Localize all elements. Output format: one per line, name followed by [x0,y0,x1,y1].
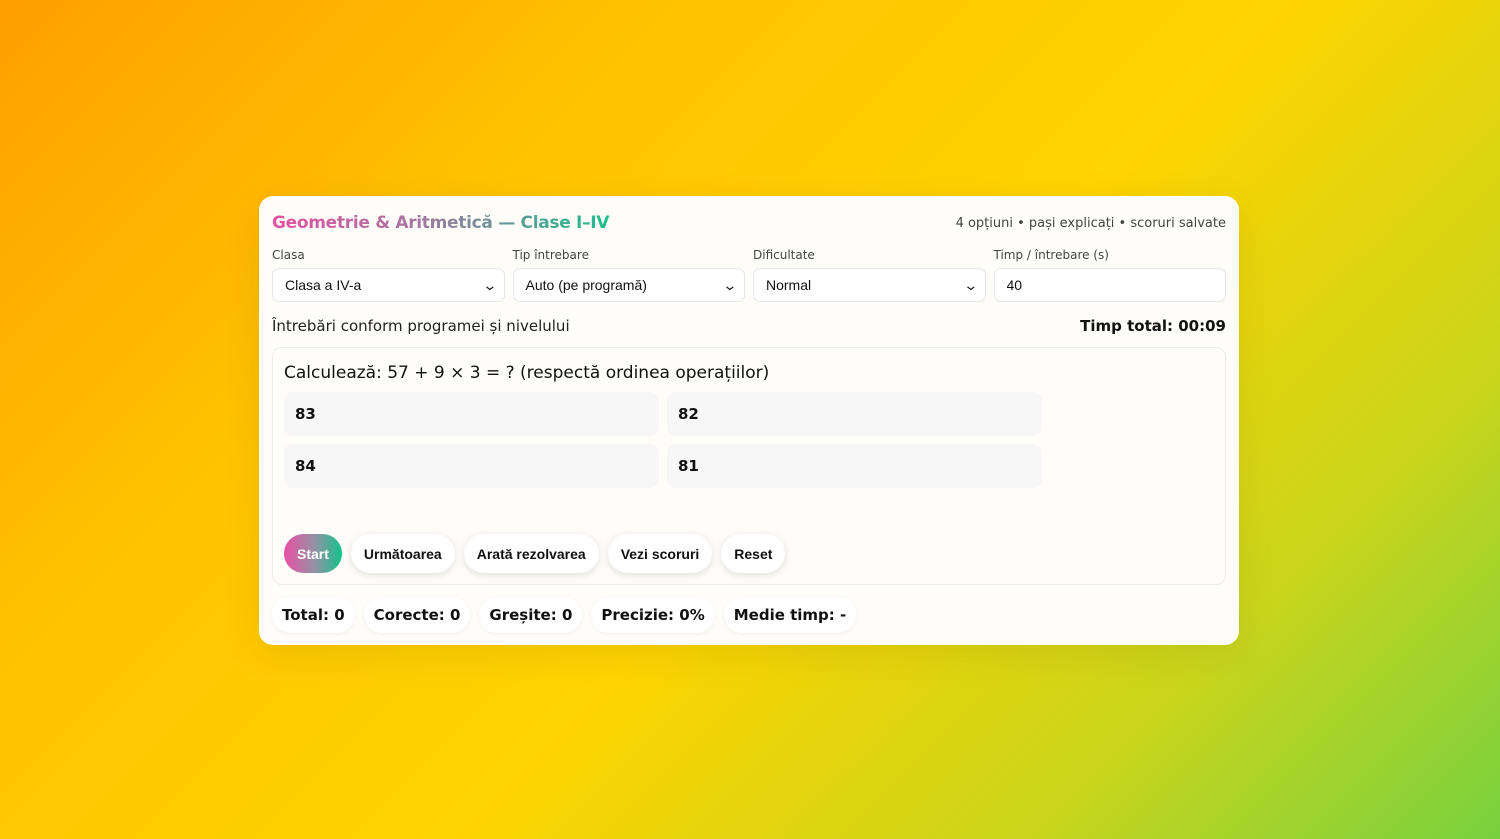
app-title: Geometrie & Aritmetică — Clase I–IV [272,213,610,233]
chevron-down-icon: ⌄ [963,276,979,293]
info-text: Întrebări conform programei și nivelului [272,317,570,335]
start-button[interactable]: Start [284,534,342,573]
reset-button[interactable]: Reset [721,534,786,573]
stats-bar: Total: 0 Corecte: 0 Greșite: 0 Precizie:… [272,597,1226,633]
answer-option[interactable]: 83 [284,392,659,436]
dificultate-value: Normal [766,277,812,293]
settings-controls: Clasa Clasa a IV-a ⌄ Tip întrebare Auto … [272,248,1226,302]
clasa-select[interactable]: Clasa a IV-a ⌄ [272,268,505,302]
show-solution-button[interactable]: Arată rezolvarea [463,534,599,573]
tip-label: Tip întrebare [512,248,589,262]
stat-total: Total: 0 [272,597,355,633]
action-buttons: Start Următoarea Arată rezolvarea Vezi s… [284,534,786,573]
clasa-control: Clasa Clasa a IV-a ⌄ [272,248,505,302]
view-scores-button[interactable]: Vezi scoruri [607,534,713,573]
answer-option[interactable]: 81 [667,444,1042,488]
answer-option[interactable]: 82 [667,392,1042,436]
dificultate-label: Dificultate [753,248,815,262]
question-panel: Calculează: 57 + 9 × 3 = ? (respectă ord… [272,347,1226,585]
card-header: Geometrie & Aritmetică — Clase I–IV 4 op… [272,210,1226,236]
stat-correct: Corecte: 0 [363,597,471,633]
next-button[interactable]: Următoarea [350,534,455,573]
stat-wrong: Greșite: 0 [479,597,583,633]
app-subtitle: 4 opțiuni • pași explicați • scoruri sal… [955,215,1226,231]
tip-control: Tip întrebare Auto (pe programă) ⌄ [512,248,745,302]
timp-control: Timp / întrebare (s) [993,248,1226,302]
question-text: Calculează: 57 + 9 × 3 = ? (respectă ord… [284,363,770,383]
chevron-down-icon: ⌄ [722,276,738,293]
stat-accuracy: Precizie: 0% [591,597,715,633]
answer-options: 83 82 84 81 [284,392,1214,488]
quiz-card: Geometrie & Aritmetică — Clase I–IV 4 op… [259,196,1239,645]
timp-field[interactable] [993,268,1226,302]
clasa-label: Clasa [272,248,305,262]
dificultate-select[interactable]: Normal ⌄ [753,268,986,302]
total-timer: Timp total: 00:09 [1080,317,1226,335]
answer-option[interactable]: 84 [284,444,659,488]
timp-input[interactable] [1006,277,1217,293]
tip-select[interactable]: Auto (pe programă) ⌄ [512,268,745,302]
info-row: Întrebări conform programei și nivelului… [272,316,1226,336]
timp-label: Timp / întrebare (s) [993,248,1109,262]
chevron-down-icon: ⌄ [482,276,498,293]
tip-value: Auto (pe programă) [525,277,647,293]
clasa-value: Clasa a IV-a [285,277,362,293]
stat-average-time: Medie timp: - [723,597,857,633]
dificultate-control: Dificultate Normal ⌄ [753,248,986,302]
